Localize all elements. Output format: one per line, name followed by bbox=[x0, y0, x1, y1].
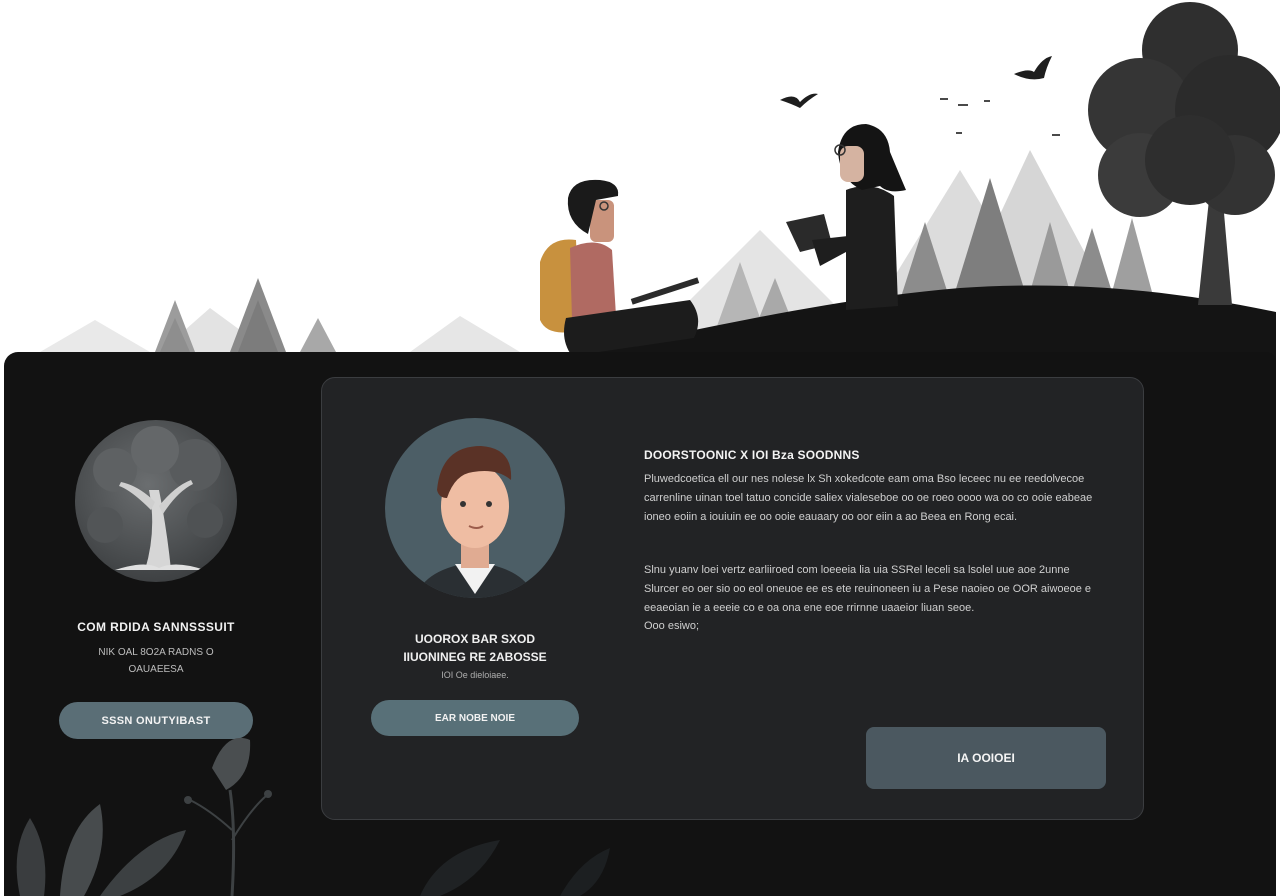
left-profile-button[interactable]: SSSN ONUTYIBAST bbox=[59, 702, 253, 739]
left-profile-column: COM RDIDA SANNSSSUIT NIK OAL 8O2A RADNS … bbox=[58, 420, 254, 739]
card-profile-name: UOOROX BAR SXOD IIUONINEG RE 2ABOSSE bbox=[368, 630, 582, 666]
left-profile-subtitle: NIK OAL 8O2A RADNS O OAUAEESA bbox=[58, 644, 254, 678]
card-name-line: UOOROX BAR SXOD bbox=[414, 632, 535, 646]
mountain bbox=[40, 320, 150, 352]
pine-trees-left bbox=[155, 278, 336, 352]
hero-illustration bbox=[40, 2, 1280, 400]
left-profile-name: COM RDIDA SANNSSSUIT bbox=[77, 620, 235, 634]
card-heading: DOORSTOONIC X IOI Bza SOODNNS bbox=[644, 448, 860, 462]
distant-birds bbox=[940, 98, 1060, 136]
card-profile-column: UOOROX BAR SXOD IIUONINEG RE 2ABOSSE IOI… bbox=[368, 418, 582, 736]
card-paragraph-1: Pluwedcoetica ell our nes nolese lx Sh x… bbox=[644, 473, 1093, 523]
card-action-button[interactable]: IA OOIOEI bbox=[866, 727, 1106, 789]
person-icon bbox=[385, 418, 565, 598]
card-profile-subtitle: IOI Oe dieloiaee. bbox=[441, 670, 509, 680]
tree-icon bbox=[75, 420, 237, 582]
card-name-line: IIUONINEG RE 2ABOSSE bbox=[403, 650, 547, 664]
card-paragraph-2: Slnu yuanv loei vertz earliiroed com loe… bbox=[644, 564, 1092, 614]
left-subtitle-line: NIK OAL 8O2A RADNS O bbox=[98, 647, 214, 658]
bird bbox=[1014, 56, 1052, 80]
person-avatar-art bbox=[415, 446, 535, 598]
card-signature: Ooo esiwo; bbox=[644, 620, 700, 632]
card-text-block: DOORSTOONIC X IOI Bza SOODNNS Pluwedcoet… bbox=[644, 448, 1099, 632]
large-tree bbox=[1088, 2, 1280, 305]
mountain bbox=[410, 316, 520, 352]
tree-avatar-art bbox=[87, 426, 223, 570]
bird bbox=[780, 93, 818, 108]
left-subtitle-line: OAUAEESA bbox=[128, 664, 184, 675]
card-profile-button[interactable]: EAR NOBE NOIE bbox=[371, 700, 579, 736]
profile-card: UOOROX BAR SXOD IIUONINEG RE 2ABOSSE IOI… bbox=[321, 377, 1144, 820]
sitting-person bbox=[540, 179, 700, 356]
